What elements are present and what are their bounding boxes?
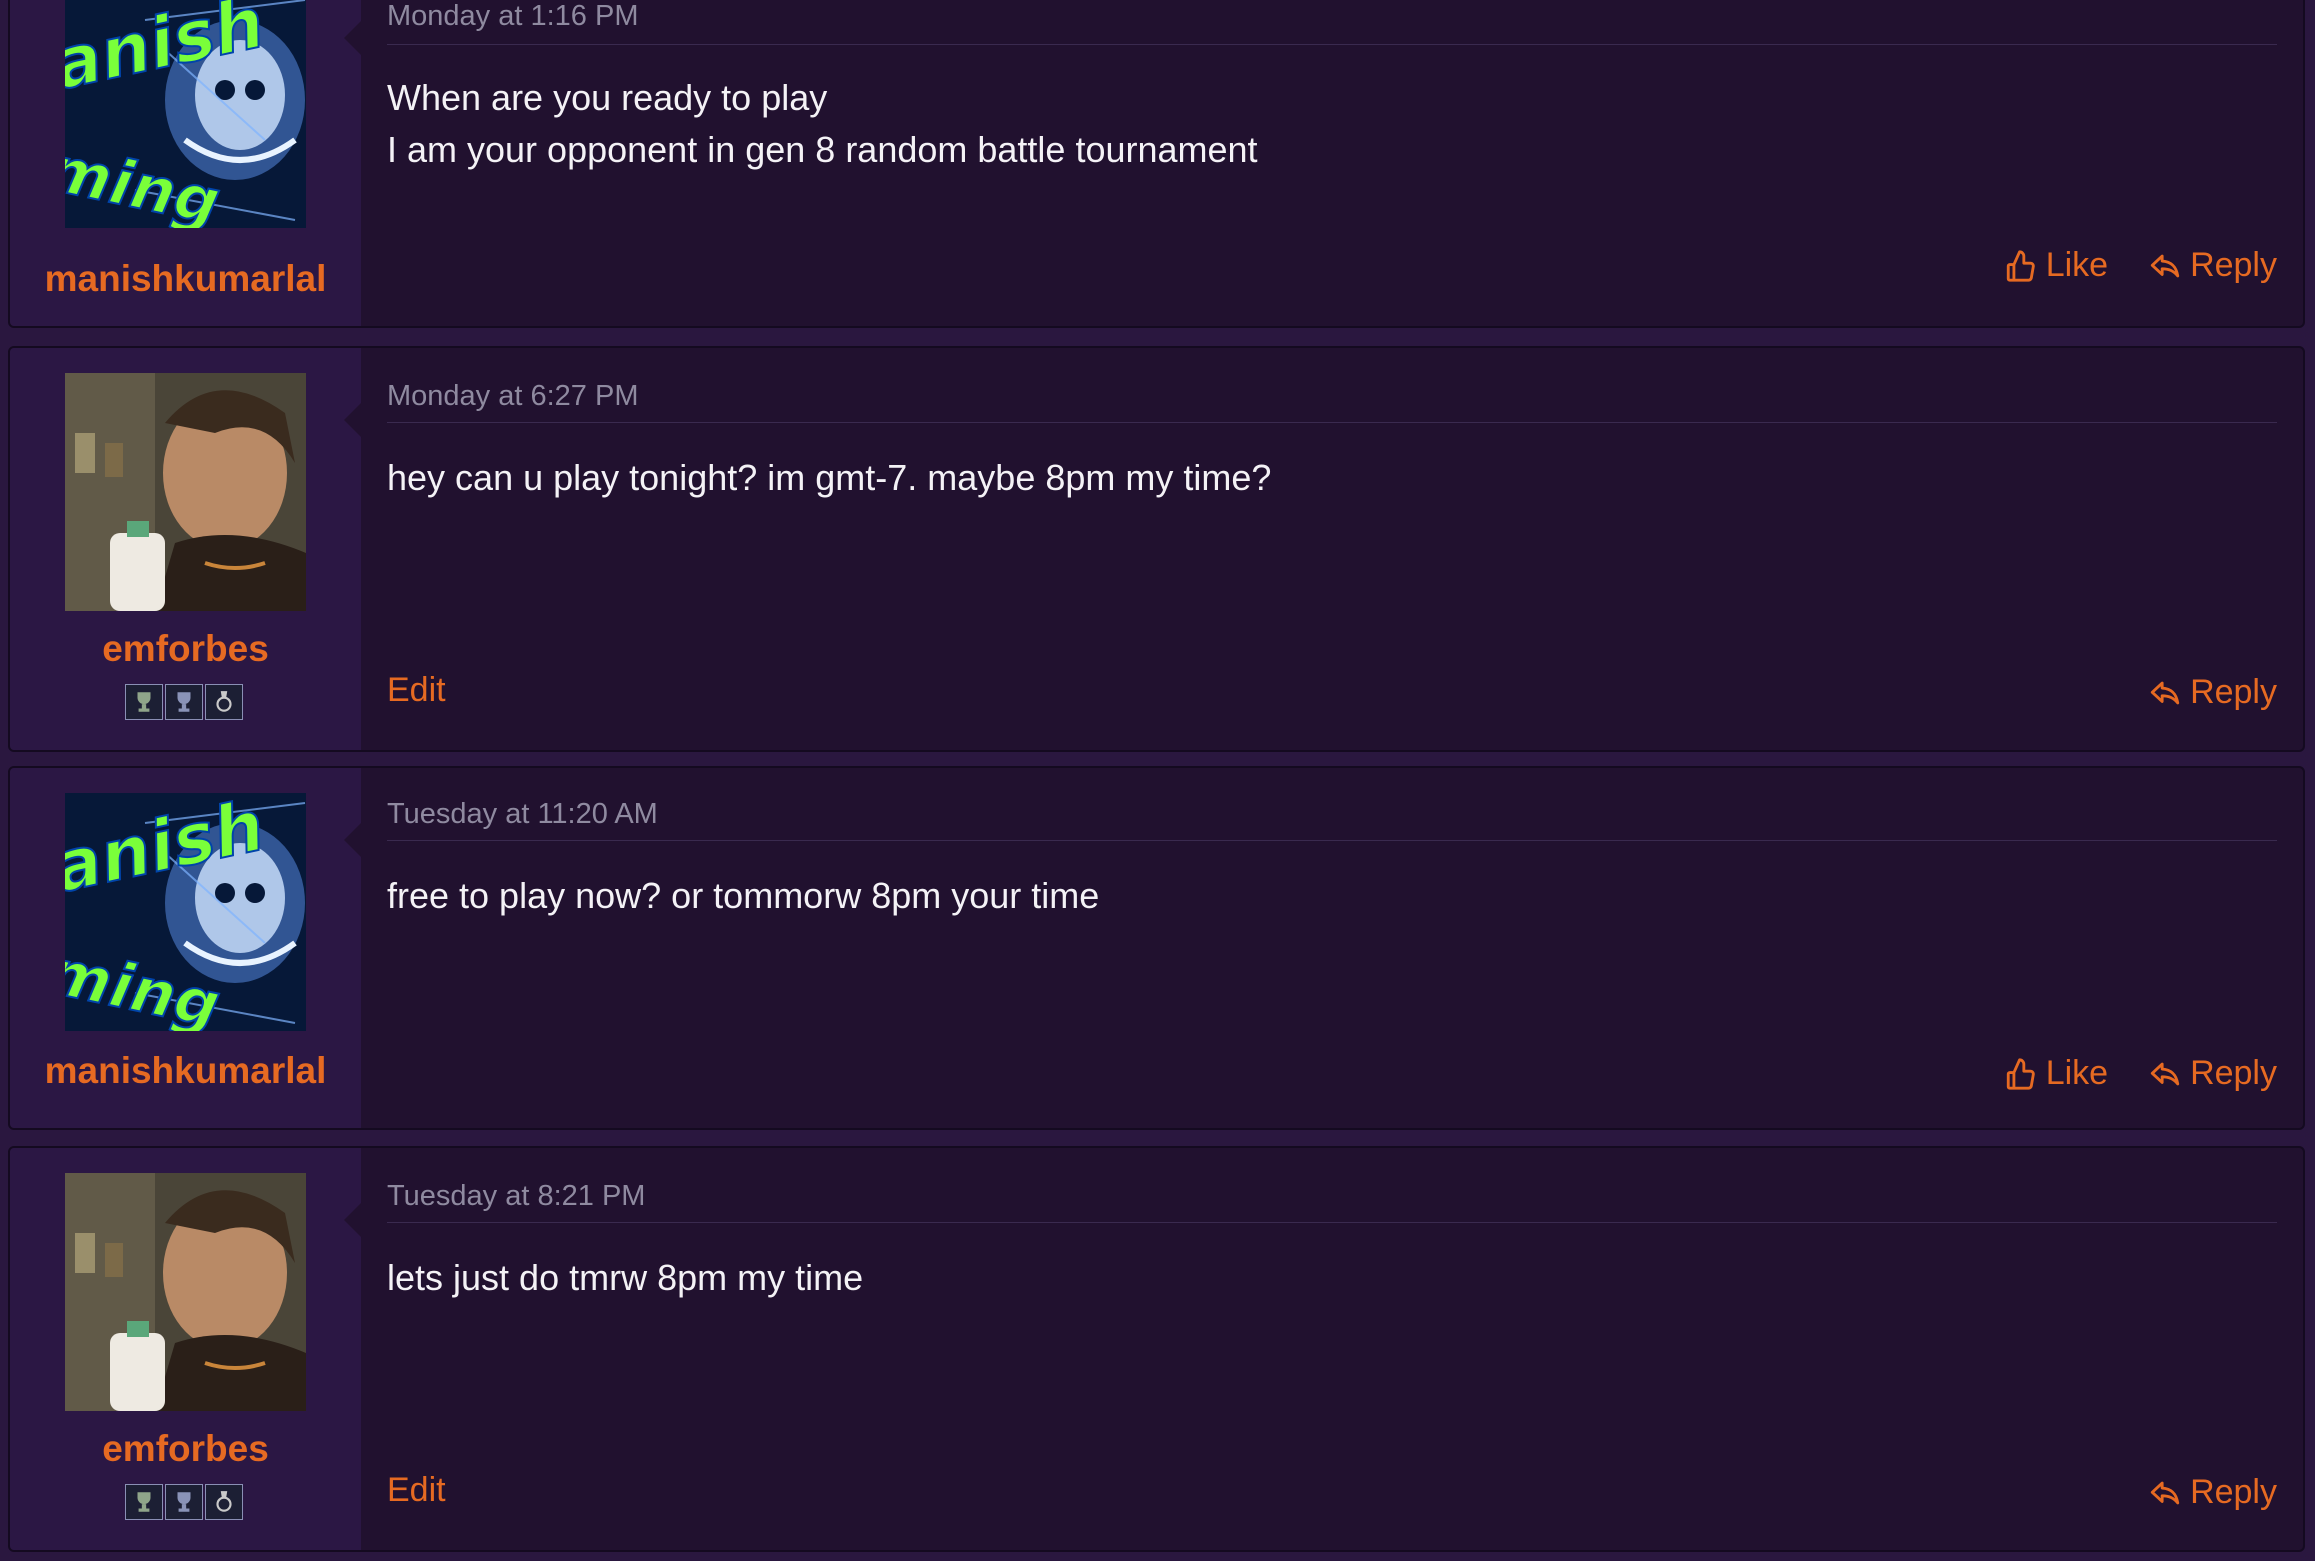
post-timestamp[interactable]: Monday at 1:16 PM [387, 0, 638, 33]
message-thread: anish ming manishkumarlal Monday at 1:16… [0, 0, 2315, 1561]
post-timestamp[interactable]: Monday at 6:27 PM [387, 380, 638, 413]
post-divider [387, 840, 2277, 841]
message-body: free to play now? or tommorw 8pm your ti… [387, 870, 2277, 922]
reply-button[interactable]: Reply [2148, 1473, 2277, 1512]
like-button[interactable]: Like [2004, 1054, 2108, 1093]
reply-button[interactable]: Reply [2148, 1054, 2277, 1093]
post-timestamp[interactable]: Tuesday at 11:20 AM [387, 798, 658, 831]
message-post: emforbes Tuesday at 8:21 PM lets just do… [8, 1146, 2305, 1552]
message-body: hey can u play tonight? im gmt-7. maybe … [387, 452, 2277, 504]
like-label: Like [2045, 1054, 2109, 1092]
message-line: free to play now? or tommorw 8pm your ti… [387, 875, 1100, 916]
post-main: Tuesday at 8:21 PM lets just do tmrw 8pm… [361, 1148, 2303, 1550]
reply-label: Reply [2190, 1054, 2277, 1092]
trophy-icon[interactable] [125, 1484, 163, 1520]
user-badges [125, 1484, 245, 1522]
reply-button[interactable]: Reply [2148, 673, 2277, 712]
post-actions: Reply [2148, 1473, 2277, 1512]
trophy-icon[interactable] [165, 684, 203, 720]
like-label: Like [2045, 246, 2109, 284]
post-divider [387, 1222, 2277, 1223]
post-pointer [344, 402, 362, 438]
message-line: hey can u play tonight? im gmt-7. maybe … [387, 457, 1272, 498]
message-post: emforbes Monday at 6:27 PM hey can u pla… [8, 346, 2305, 752]
post-actions: Like Reply [2004, 246, 2277, 285]
trophy-icon[interactable] [165, 1484, 203, 1520]
user-badges [125, 684, 245, 722]
reply-label: Reply [2190, 1473, 2277, 1511]
username[interactable]: manishkumarlal [10, 1050, 361, 1092]
post-pointer [344, 822, 362, 858]
avatar[interactable] [65, 373, 306, 611]
post-divider [387, 44, 2277, 45]
message-line: I am your opponent in gen 8 random battl… [387, 129, 1258, 170]
thumbs-up-icon [2004, 249, 2038, 283]
edit-button[interactable]: Edit [387, 671, 446, 710]
reply-icon [2148, 249, 2182, 283]
message-body: When are you ready to play I am your opp… [387, 72, 2277, 176]
post-actions: Like Reply [2004, 1054, 2277, 1093]
reply-button[interactable]: Reply [2148, 246, 2277, 285]
post-pointer [344, 20, 362, 56]
message-line: lets just do tmrw 8pm my time [387, 1257, 864, 1298]
post-user-panel: emforbes [10, 348, 361, 750]
post-user-panel: anish ming manishkumarlal [10, 0, 361, 326]
medal-icon[interactable] [205, 684, 243, 720]
post-divider [387, 422, 2277, 423]
post-user-panel: emforbes [10, 1148, 361, 1550]
post-pointer [344, 1202, 362, 1238]
reply-icon [2148, 1476, 2182, 1510]
post-user-panel: anish ming manishkumarlal [10, 768, 361, 1128]
avatar[interactable]: anish ming [65, 0, 306, 228]
post-timestamp[interactable]: Tuesday at 8:21 PM [387, 1180, 645, 1213]
medal-icon[interactable] [205, 1484, 243, 1520]
thumbs-up-icon [2004, 1057, 2038, 1091]
reply-label: Reply [2190, 673, 2277, 711]
trophy-icon[interactable] [125, 684, 163, 720]
post-actions: Reply [2148, 673, 2277, 712]
message-body: lets just do tmrw 8pm my time [387, 1252, 2277, 1304]
reply-icon [2148, 1057, 2182, 1091]
post-main: Monday at 6:27 PM hey can u play tonight… [361, 348, 2303, 750]
avatar[interactable] [65, 1173, 306, 1411]
reply-label: Reply [2190, 246, 2277, 284]
edit-button[interactable]: Edit [387, 1471, 446, 1510]
message-post: anish ming manishkumarlal Tuesday at 11:… [8, 766, 2305, 1130]
like-button[interactable]: Like [2004, 246, 2108, 285]
post-main: Tuesday at 11:20 AM free to play now? or… [361, 768, 2303, 1128]
message-post: anish ming manishkumarlal Monday at 1:16… [8, 0, 2305, 328]
message-line: When are you ready to play [387, 77, 828, 118]
username[interactable]: emforbes [10, 628, 361, 670]
username[interactable]: emforbes [10, 1428, 361, 1470]
reply-icon [2148, 676, 2182, 710]
username[interactable]: manishkumarlal [10, 258, 361, 300]
avatar[interactable]: anish ming [65, 793, 306, 1031]
post-main: Monday at 1:16 PM When are you ready to … [361, 0, 2303, 326]
